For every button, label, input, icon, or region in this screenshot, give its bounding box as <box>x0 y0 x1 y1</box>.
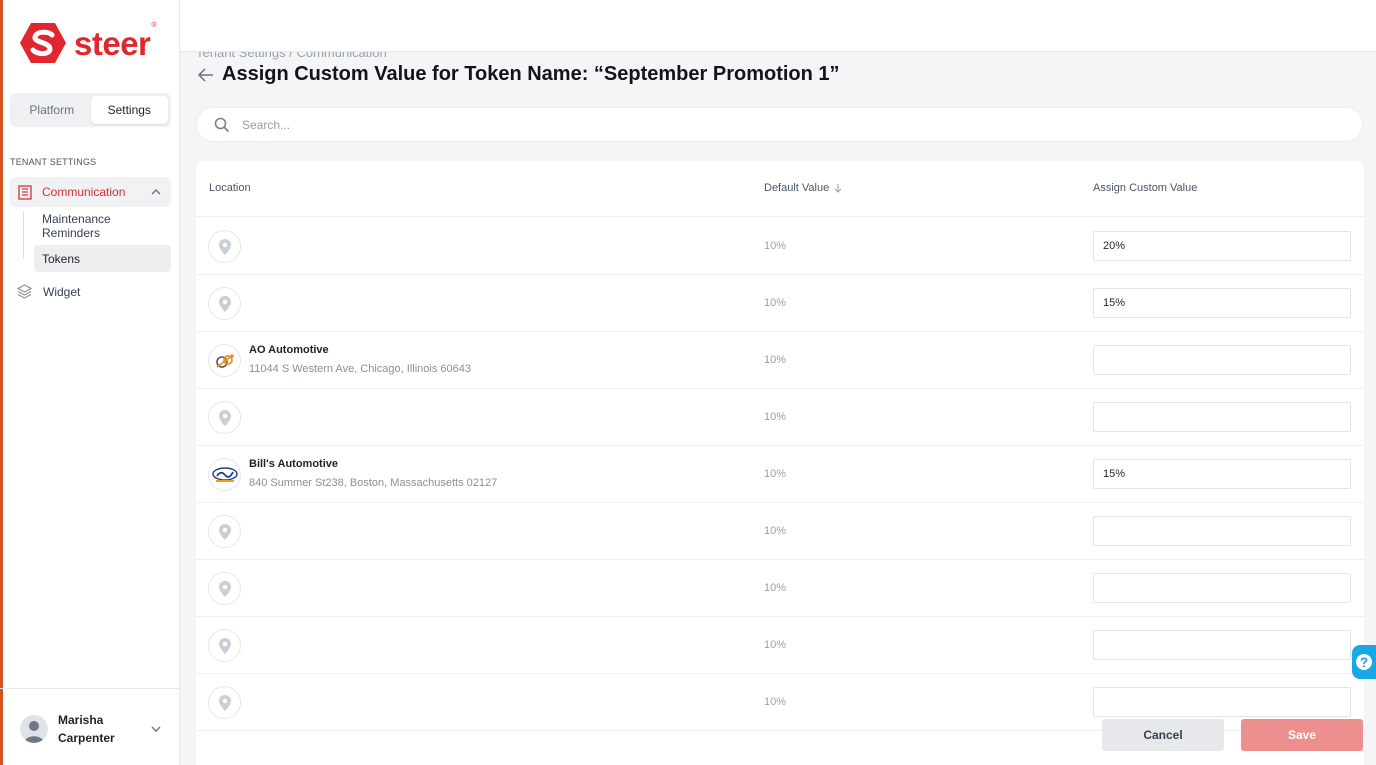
default-value: 10% <box>764 582 787 594</box>
steer-logo[interactable]: steer ® <box>19 22 157 64</box>
breadcrumb[interactable]: Tenant Settings / Communication <box>196 45 387 60</box>
table-row: 10% <box>196 389 1364 446</box>
section-label-tenant-settings: TENANT SETTINGS <box>10 157 97 167</box>
table-row: 10% <box>196 218 1364 275</box>
pin-icon <box>218 580 231 597</box>
avatar[interactable] <box>20 715 48 743</box>
layers-icon <box>16 284 33 299</box>
brand-name: steer <box>74 24 151 62</box>
default-value: 10% <box>764 468 787 480</box>
sort-arrow-down-icon <box>834 184 842 193</box>
sidebar: steer ® Platform Settings TENANT SETTING… <box>0 0 180 765</box>
location-address: 11044 S Western Ave, Chicago, Illinois 6… <box>249 363 471 375</box>
custom-value-input[interactable] <box>1093 288 1351 318</box>
user-name: Marisha Carpenter <box>58 713 115 745</box>
tenant-logo-image-icon <box>1057 4 1101 48</box>
column-header-default-value-label: Default Value <box>764 182 830 194</box>
back-arrow-icon[interactable] <box>197 67 214 83</box>
custom-value-input[interactable] <box>1093 687 1351 717</box>
chevron-down-icon[interactable] <box>151 724 161 734</box>
default-value: 10% <box>764 297 787 309</box>
platform-settings-switch: Platform Settings <box>10 93 171 127</box>
steer-logo-mark-icon <box>20 23 66 63</box>
custom-value-input[interactable] <box>1093 516 1351 546</box>
location-logo <box>208 629 241 662</box>
save-button[interactable]: Save <box>1241 719 1363 751</box>
tenant-name: Industry Edge Automotive <box>1114 10 1263 24</box>
pin-icon <box>218 637 231 654</box>
pin-icon <box>218 409 231 426</box>
default-value: 10% <box>764 354 787 366</box>
locations-table: Location Default Value Assign Custom Val… <box>196 161 1364 765</box>
chevron-down-icon[interactable] <box>1336 20 1348 32</box>
sidebar-item-maintenance-reminders[interactable]: Maintenance Reminders <box>34 212 171 240</box>
tenant-switcher[interactable]: Industry Edge Automotive 230 3rd Ave Fl … <box>1024 0 1376 52</box>
tenant-address: 230 3rd Ave Fl 3 Waltham Massachusetts 0… <box>1114 27 1329 38</box>
sidebar-item-widget[interactable]: Widget <box>16 283 80 300</box>
table-row: AO Automotive 11044 S Western Ave, Chica… <box>196 332 1364 389</box>
pin-icon <box>218 295 231 312</box>
table-row: 10% <box>196 560 1364 617</box>
location-logo <box>208 686 241 719</box>
table-row: 10% <box>196 503 1364 560</box>
custom-value-input[interactable] <box>1093 459 1351 489</box>
pin-icon <box>218 523 231 540</box>
tab-platform[interactable]: Platform <box>13 96 91 124</box>
search-bar <box>196 107 1363 142</box>
chevron-up-icon[interactable] <box>150 186 162 198</box>
location-logo <box>208 515 241 548</box>
bills-logo-icon <box>211 466 238 482</box>
user-avatar-icon <box>24 721 44 743</box>
table-header: Location Default Value Assign Custom Val… <box>196 161 1364 217</box>
column-header-location: Location <box>209 182 251 194</box>
building-icon <box>18 185 32 200</box>
submenu-tree-line <box>23 211 24 259</box>
location-name: AO Automotive <box>249 344 329 356</box>
default-value: 10% <box>764 411 787 423</box>
sidebar-item-communication-label: Communication <box>42 185 126 199</box>
sidebar-item-tokens[interactable]: Tokens <box>34 245 171 272</box>
custom-value-input[interactable] <box>1093 402 1351 432</box>
location-address: 840 Summer St238, Boston, Massachusetts … <box>249 477 498 489</box>
search-input[interactable] <box>242 114 1342 136</box>
ao-logo-icon <box>215 353 234 368</box>
sidebar-item-communication[interactable]: Communication <box>10 177 171 207</box>
user-menu: Marisha Carpenter <box>0 688 179 765</box>
tab-settings[interactable]: Settings <box>90 96 168 124</box>
default-value: 10% <box>764 696 787 708</box>
sidebar-item-widget-label: Widget <box>43 284 81 299</box>
column-header-default-value[interactable]: Default Value <box>764 182 843 194</box>
table-row: 10% <box>196 275 1364 332</box>
pin-icon <box>218 238 231 255</box>
location-logo <box>208 401 241 434</box>
search-icon <box>214 117 230 133</box>
location-logo <box>208 572 241 605</box>
custom-value-input[interactable] <box>1093 345 1351 375</box>
location-logo <box>208 458 241 491</box>
help-button[interactable] <box>1352 645 1376 679</box>
table-row: Bill's Automotive 840 Summer St238, Bost… <box>196 446 1364 503</box>
location-name: Bill's Automotive <box>249 458 338 470</box>
default-value: 10% <box>764 240 787 252</box>
default-value: 10% <box>764 525 787 537</box>
tenant-logo <box>1057 4 1101 48</box>
custom-value-input[interactable] <box>1093 573 1351 603</box>
question-icon <box>1356 654 1372 670</box>
custom-value-input[interactable] <box>1093 231 1351 261</box>
column-header-assign-custom-value: Assign Custom Value <box>1093 182 1198 194</box>
pin-icon <box>218 694 231 711</box>
location-logo <box>208 230 241 263</box>
brand-registered: ® <box>151 22 157 29</box>
page-title: Assign Custom Value for Token Name: “Sep… <box>222 63 840 85</box>
table-row: 10% <box>196 617 1364 674</box>
default-value: 10% <box>764 639 787 651</box>
location-logo <box>208 287 241 320</box>
custom-value-input[interactable] <box>1093 630 1351 660</box>
cancel-button[interactable]: Cancel <box>1102 719 1224 751</box>
location-logo <box>208 344 241 377</box>
